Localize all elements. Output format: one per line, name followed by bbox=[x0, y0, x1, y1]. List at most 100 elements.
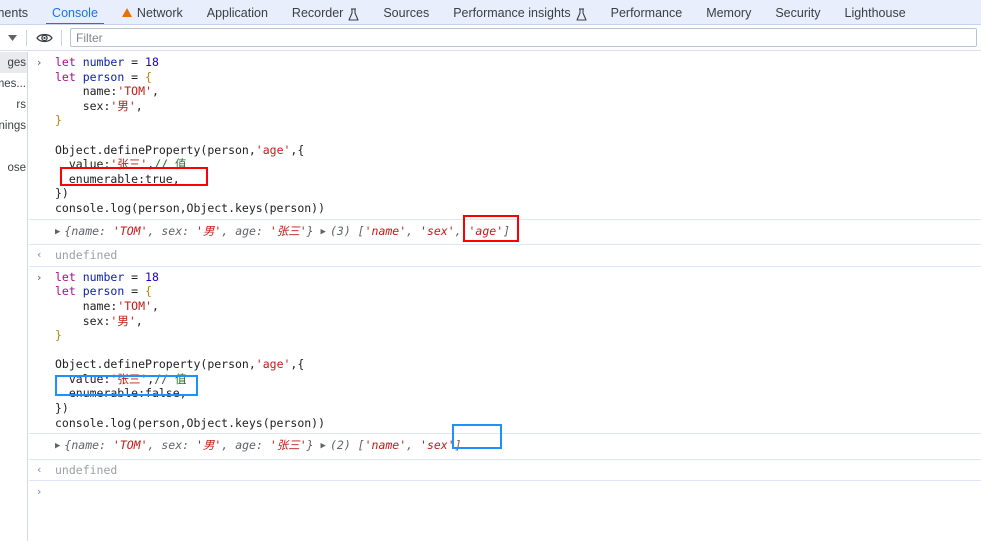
console-source-code: let number = 18 let person = { name:'TOM'… bbox=[55, 55, 981, 216]
tab-performance-insights[interactable]: Performance insights bbox=[441, 0, 598, 25]
token: console.log(person,Object.keys(person)) bbox=[55, 415, 326, 430]
array-length-badge: (3) bbox=[329, 223, 358, 238]
token: number bbox=[82, 55, 125, 69]
tab-memory[interactable]: Memory bbox=[694, 0, 763, 25]
code-line: sex:'男', bbox=[55, 314, 981, 329]
code-line: name:'TOM', bbox=[55, 84, 981, 99]
token: Object.defineProperty(person, bbox=[55, 357, 256, 372]
sidebar-item-messages[interactable]: ges bbox=[0, 52, 27, 73]
tab-application[interactable]: Application bbox=[195, 0, 280, 25]
console-toolbar bbox=[0, 25, 981, 51]
input-chevron-icon: › bbox=[37, 56, 42, 69]
code-line: enumerable:false, bbox=[55, 386, 981, 401]
disclosure-triangle-icon[interactable]: ▶ bbox=[321, 225, 326, 240]
token: '男' bbox=[195, 438, 222, 453]
token: , bbox=[406, 223, 421, 238]
token: = bbox=[124, 269, 146, 284]
token: , bbox=[179, 386, 187, 401]
console-return-entry: ‹ undefined bbox=[29, 460, 981, 482]
token: , age: bbox=[221, 223, 270, 238]
toolbar-divider-2 bbox=[61, 29, 62, 46]
code-line: value:'张三',// 值 bbox=[55, 157, 981, 172]
token: 'TOM' bbox=[112, 223, 148, 238]
token: '张三' bbox=[269, 223, 307, 238]
token: ,{ bbox=[290, 142, 305, 157]
output-chevron-icon: ‹ bbox=[37, 248, 42, 262]
token: ] bbox=[503, 223, 511, 238]
sidebar-item-errors[interactable]: rs bbox=[0, 94, 27, 115]
token: 18 bbox=[145, 55, 159, 69]
code-line: let person = { bbox=[55, 284, 981, 299]
code-line: console.log(person,Object.keys(person)) bbox=[55, 201, 981, 216]
tab-label: Performance insights bbox=[453, 5, 571, 20]
chevron-down-icon[interactable] bbox=[0, 34, 24, 41]
disclosure-triangle-icon[interactable]: ▶ bbox=[55, 439, 60, 454]
tab-security[interactable]: Security bbox=[763, 0, 832, 25]
return-value: undefined bbox=[55, 462, 118, 477]
console-log-area[interactable]: › let number = 18 let person = { name:'TOM… bbox=[29, 52, 981, 541]
code-line: sex:'男', bbox=[55, 99, 981, 114]
tab-recorder[interactable]: Recorder bbox=[280, 0, 371, 25]
token: , bbox=[406, 438, 421, 453]
token: , bbox=[135, 313, 143, 328]
devtools-tabbar: ments Console Network Application Recorder So… bbox=[0, 0, 981, 25]
token: '张三' bbox=[110, 157, 148, 172]
devtools-window: ments Console Network Application Recorder So… bbox=[0, 0, 981, 541]
token: 18 bbox=[145, 269, 159, 284]
sidebar-item-frames-[interactable]: mes... bbox=[0, 73, 27, 94]
token: '男' bbox=[110, 313, 136, 328]
token: , sex: bbox=[147, 223, 196, 238]
sidebar-item-label: nings bbox=[0, 119, 26, 132]
console-source-code: let number = 18 let person = { name:'TOM'… bbox=[55, 270, 981, 431]
eye-icon[interactable] bbox=[29, 32, 59, 44]
console-input-entry[interactable]: › let number = 18 let person = { name:'TOM… bbox=[29, 52, 981, 220]
filter-input[interactable] bbox=[70, 28, 977, 47]
sidebar-item-verbose[interactable]: ose bbox=[0, 157, 27, 178]
token: , bbox=[172, 171, 180, 186]
tab-ments[interactable]: ments bbox=[0, 0, 40, 25]
token: } bbox=[306, 223, 314, 238]
token: enumerable: bbox=[55, 171, 146, 186]
token: {name: bbox=[64, 223, 113, 238]
console-output-entry[interactable]: ▶ {name: 'TOM', sex: '男', age: '张三'} ▶ (3)… bbox=[29, 220, 981, 246]
disclosure-triangle-icon[interactable]: ▶ bbox=[55, 225, 60, 240]
token: 'sex' bbox=[420, 438, 455, 453]
token: Object.defineProperty(person, bbox=[55, 142, 256, 157]
console-input-entry[interactable]: › let number = 18 let person = { name:'TOM… bbox=[29, 267, 981, 435]
token: console.log(person,Object.keys(person)) bbox=[55, 200, 326, 215]
token: 'age' bbox=[255, 357, 291, 372]
token: name: bbox=[55, 84, 118, 99]
tab-label: Console bbox=[52, 5, 98, 20]
token: 'age' bbox=[468, 223, 504, 238]
token: ] bbox=[454, 438, 462, 453]
token: '男' bbox=[110, 98, 136, 113]
tab-performance[interactable]: Performance bbox=[599, 0, 695, 25]
tab-lighthouse[interactable]: Lighthouse bbox=[833, 0, 918, 25]
token: 'TOM' bbox=[117, 84, 152, 99]
token: // 值 bbox=[154, 371, 187, 386]
tab-network[interactable]: Network bbox=[110, 0, 195, 25]
token: }) bbox=[55, 401, 69, 416]
tab-label: Sources bbox=[383, 5, 430, 20]
token: , bbox=[151, 298, 159, 313]
token: = bbox=[124, 284, 146, 299]
code-line: }) bbox=[55, 186, 981, 201]
token: 'name' bbox=[364, 223, 407, 238]
token: } bbox=[55, 328, 62, 343]
token: false bbox=[145, 386, 180, 401]
tab-console[interactable]: Console bbox=[40, 0, 110, 25]
disclosure-triangle-icon[interactable]: ▶ bbox=[321, 439, 326, 454]
token: , bbox=[454, 223, 469, 238]
sidebar-item-info[interactable] bbox=[0, 136, 27, 157]
tab-sources[interactable]: Sources bbox=[371, 0, 441, 25]
tab-label: Application bbox=[206, 5, 268, 20]
token: 'sex' bbox=[420, 223, 455, 238]
console-prompt-row[interactable]: › bbox=[29, 481, 981, 503]
token: value: bbox=[55, 157, 111, 172]
token: 'name' bbox=[364, 438, 407, 453]
token: person bbox=[82, 284, 125, 299]
sidebar-item-warnings[interactable]: nings bbox=[0, 115, 27, 136]
console-output-entry[interactable]: ▶ {name: 'TOM', sex: '男', age: '张三'} ▶ (2)… bbox=[29, 434, 981, 460]
